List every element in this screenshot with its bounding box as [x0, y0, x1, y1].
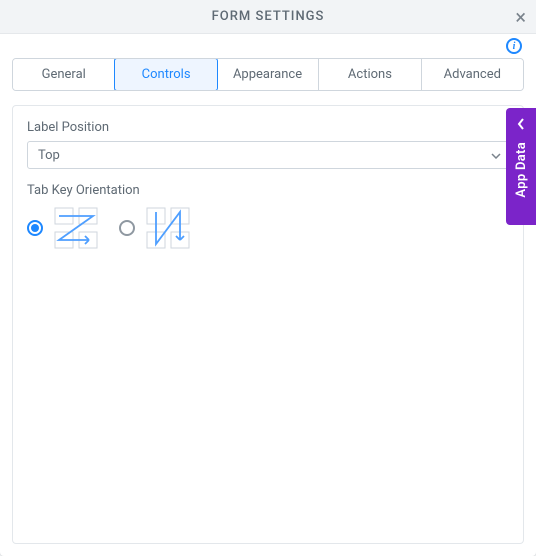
close-icon[interactable]: ×: [515, 7, 526, 27]
tab-controls[interactable]: Controls: [114, 58, 217, 91]
tab-orientation-vertical[interactable]: [119, 206, 191, 250]
label-position-value: Top: [27, 141, 509, 169]
content-panel: Label Position Top Tab Key Orientation: [12, 105, 524, 544]
tab-actions[interactable]: Actions: [319, 59, 421, 90]
radio-icon: [119, 220, 135, 236]
tab-appearance[interactable]: Appearance: [217, 59, 319, 90]
label-position-select[interactable]: Top: [27, 141, 509, 169]
tab-general[interactable]: General: [13, 59, 115, 90]
tab-advanced[interactable]: Advanced: [422, 59, 523, 90]
radio-icon: [27, 220, 43, 236]
tab-key-orientation-group: [27, 206, 509, 250]
tab-orientation-horizontal[interactable]: [27, 206, 99, 250]
side-tab-label: App Data: [514, 142, 529, 198]
tabs: General Controls Appearance Actions Adva…: [12, 58, 524, 91]
tab-key-orientation-label: Tab Key Orientation: [27, 183, 509, 198]
label-position-label: Label Position: [27, 120, 509, 135]
app-data-side-tab[interactable]: App Data: [506, 108, 536, 225]
info-icon[interactable]: i: [506, 38, 522, 54]
title-bar: FORM SETTINGS ×: [0, 0, 536, 34]
info-row: i: [0, 34, 536, 58]
form-settings-dialog: FORM SETTINGS × i General Controls Appea…: [0, 0, 536, 556]
horizontal-flow-icon: [53, 206, 99, 250]
chevron-left-icon: [517, 118, 525, 134]
vertical-flow-icon: [145, 206, 191, 250]
dialog-title: FORM SETTINGS: [212, 9, 325, 24]
